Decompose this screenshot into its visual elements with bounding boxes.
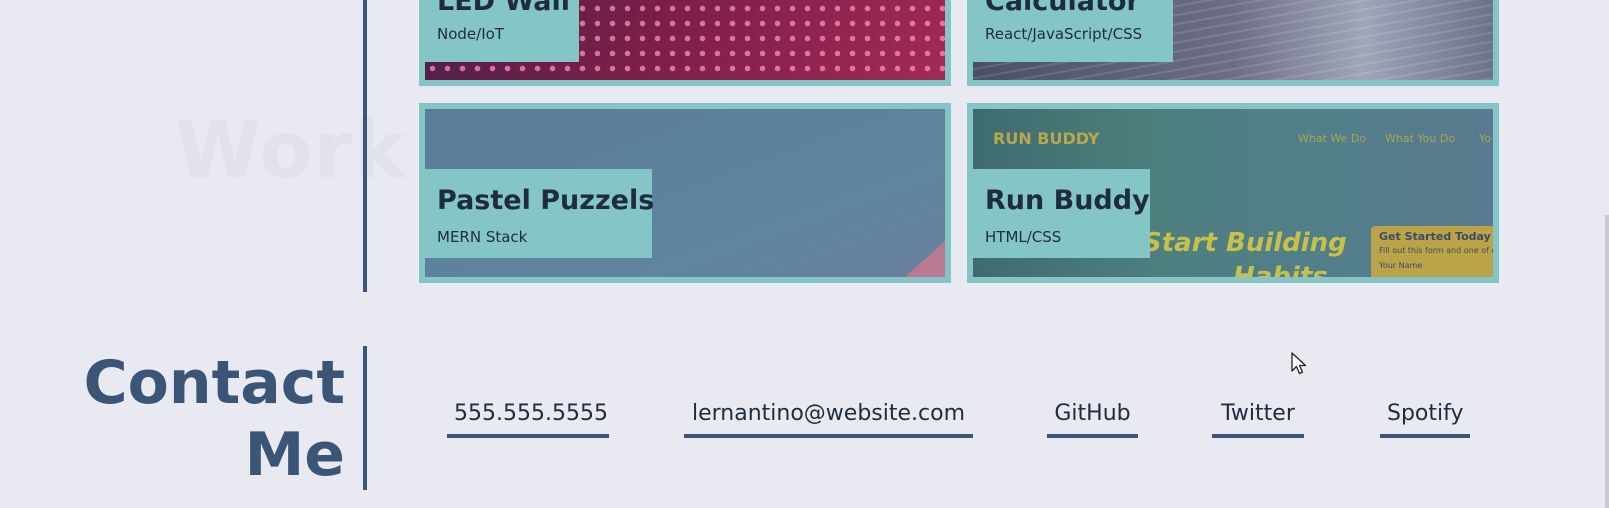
work-section-divider — [363, 0, 367, 292]
project-label: LED Wall Node/IoT — [425, 0, 579, 62]
run-buddy-preview-hero: Start Building Habits — [1143, 227, 1347, 283]
contact-link-phone[interactable]: 555.555.5555 — [447, 401, 609, 438]
form-subtitle: Fill out this form and one of o — [1379, 246, 1497, 255]
hero-line: Habits — [1233, 261, 1328, 283]
mouse-pointer-icon — [1291, 352, 1307, 375]
run-buddy-preview-nav-item: What You Do — [1385, 132, 1456, 145]
form-title: Get Started Today — [1379, 230, 1491, 243]
contact-section-divider — [363, 346, 367, 490]
project-tech: HTML/CSS — [985, 228, 1062, 246]
project-label: Pastel Puzzels MERN Stack — [425, 169, 655, 258]
run-buddy-preview-logo: RUN BUDDY — [993, 129, 1100, 148]
form-field-label: Your Name — [1379, 261, 1423, 270]
work-section-heading: Work — [175, 106, 407, 196]
contact-link-twitter[interactable]: Twitter — [1212, 401, 1304, 438]
contact-heading: Contact Me — [84, 347, 345, 491]
project-tech: MERN Stack — [437, 228, 528, 246]
run-buddy-preview-nav-item: What We Do — [1298, 132, 1367, 145]
page-scrollbar[interactable] — [1605, 215, 1609, 508]
contact-link-github[interactable]: GitHub — [1047, 401, 1138, 438]
contact-heading-line: Me — [244, 420, 345, 490]
project-card-pastel-puzzels[interactable]: Pastel Puzzels MERN Stack — [419, 103, 951, 283]
contact-link-email[interactable]: lernantino@website.com — [684, 401, 973, 438]
run-buddy-preview-form: Get Started Today Fill out this form and… — [1371, 226, 1497, 277]
portfolio-page: Work LED Wall Node/IoT Calculator React/… — [0, 0, 1609, 508]
project-title: Run Buddy — [985, 185, 1150, 216]
project-label: Run Buddy HTML/CSS — [973, 169, 1150, 258]
hero-line: Start Building — [1143, 228, 1347, 258]
project-tech: React/JavaScript/CSS — [985, 25, 1143, 43]
project-card-calculator[interactable]: Calculator React/JavaScript/CSS — [967, 0, 1499, 86]
contact-link-spotify[interactable]: Spotify — [1380, 401, 1470, 438]
project-tech: Node/IoT — [437, 25, 504, 43]
project-card-led-wall[interactable]: LED Wall Node/IoT — [419, 0, 951, 86]
run-buddy-preview-nav-item: Yo — [1479, 132, 1491, 145]
project-title: Pastel Puzzels — [437, 185, 655, 216]
thumbnail-corner-shape — [905, 241, 945, 277]
project-card-run-buddy[interactable]: RUN BUDDY What We Do What You Do Yo Star… — [967, 103, 1499, 283]
project-label: Calculator React/JavaScript/CSS — [973, 0, 1173, 62]
project-title: LED Wall — [437, 0, 571, 17]
contact-heading-line: Contact — [83, 348, 345, 418]
project-title: Calculator — [985, 0, 1140, 17]
